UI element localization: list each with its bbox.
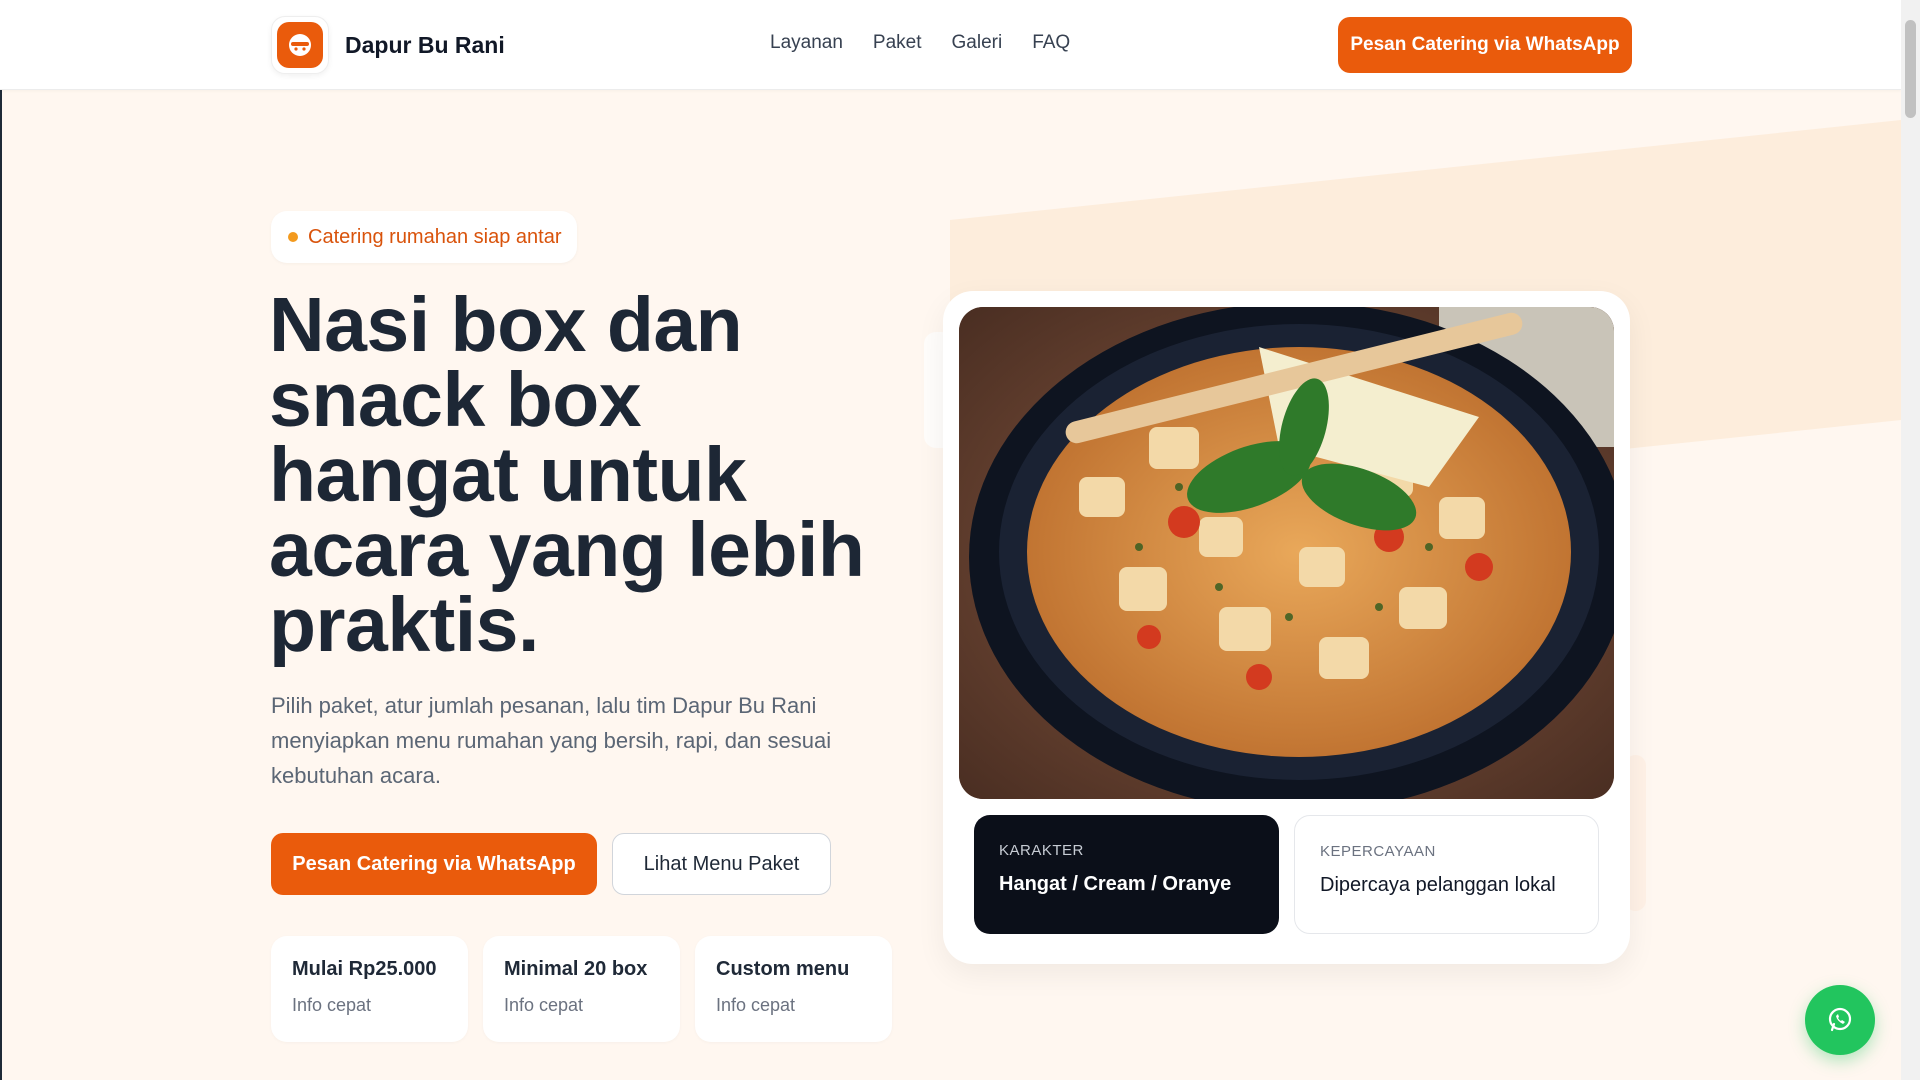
brand[interactable]: Dapur Bu Rani [271, 16, 505, 74]
stat-label: KARAKTER [999, 842, 1084, 859]
nav-paket[interactable]: Paket [873, 32, 922, 54]
whatsapp-icon [1828, 1007, 1852, 1032]
info-card-subtitle: Info cepat [292, 995, 372, 1015]
info-card-title: Mulai Rp25.000 [292, 958, 437, 980]
hero-image-card: KARAKTER Hangat / Cream / Oranye KEPERCA… [943, 291, 1630, 964]
site-header: Dapur Bu Rani Layanan Paket Galeri FAQ P… [0, 0, 1901, 90]
page-scrollbar[interactable] [1901, 0, 1920, 1080]
info-card-subtitle: Info cepat [716, 995, 796, 1015]
nav-layanan[interactable]: Layanan [770, 32, 843, 54]
logo [271, 16, 329, 74]
info-card-title: Minimal 20 box [504, 958, 648, 980]
hero-whatsapp-order-button[interactable]: Pesan Catering via WhatsApp [271, 833, 597, 895]
info-card-price: Mulai Rp25.000 Info cepat [271, 936, 468, 1042]
header-whatsapp-order-button[interactable]: Pesan Catering via WhatsApp [1338, 17, 1632, 73]
info-card-minimum: Minimal 20 box Info cepat [483, 936, 680, 1042]
info-card-subtitle: Info cepat [504, 995, 584, 1015]
stat-value: Dipercaya pelanggan lokal [1320, 874, 1556, 896]
info-card-title: Custom menu [716, 958, 850, 980]
info-card-custom: Custom menu Info cepat [695, 936, 892, 1042]
quick-info-row: Mulai Rp25.000 Info cepat Minimal 20 box… [271, 936, 892, 1042]
hero-badge: Catering rumahan siap antar [271, 211, 578, 263]
stat-label: KEPERCAYAAN [1320, 843, 1436, 860]
main-nav: Layanan Paket Galeri FAQ [770, 32, 1070, 54]
stat-value: Hangat / Cream / Oranye [999, 873, 1232, 895]
whatsapp-float-button[interactable] [1805, 985, 1875, 1055]
stat-card-character: KARAKTER Hangat / Cream / Oranye [974, 815, 1279, 934]
hero-description: Pilih paket, atur jumlah pesanan, lalu t… [271, 693, 832, 788]
nav-faq[interactable]: FAQ [1032, 32, 1070, 54]
hero-badge-text: Catering rumahan siap antar [308, 225, 562, 248]
badge-dot-icon [288, 232, 298, 242]
scrollbar-thumb[interactable] [1905, 20, 1916, 118]
food-photo [959, 307, 1614, 799]
view-menu-package-button[interactable]: Lihat Menu Paket [612, 833, 831, 895]
brand-name: Dapur Bu Rani [345, 31, 505, 58]
nav-galeri[interactable]: Galeri [952, 32, 1003, 54]
chef-food-icon [277, 22, 323, 68]
stat-card-trust: KEPERCAYAAN Dipercaya pelanggan lokal [1294, 815, 1599, 934]
hero-title: Nasi box dan snack box hangat untuk acar… [269, 282, 865, 668]
page-left-edge [0, 90, 2, 1080]
